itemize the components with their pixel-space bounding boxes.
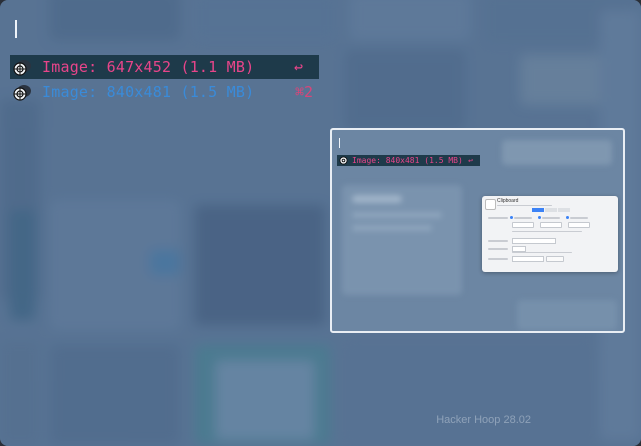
image-icon <box>337 156 349 165</box>
dialog-tabs <box>532 208 571 212</box>
return-key-hint: ↩ <box>293 58 303 76</box>
image-icon <box>10 80 34 104</box>
clipboard-app-icon <box>485 199 496 210</box>
clipboard-history-window: Image: 647x452 (1.1 MB) ↩ Image: 840x481… <box>0 0 641 446</box>
return-key-hint: ↩ <box>468 156 473 165</box>
dialog-title: Clipboard <box>497 198 519 204</box>
image-preview: Image: 840x481 (1.5 MB) ↩ Clipboard <box>330 128 625 333</box>
preview-result-label: Image: 840x481 (1.5 MB) <box>352 156 463 165</box>
result-item-2[interactable]: Image: 840x481 (1.5 MB) ⌘2 <box>10 80 319 104</box>
result-item-1[interactable]: Image: 647x452 (1.1 MB) ↩ <box>10 55 319 79</box>
result-label: Image: 647x452 (1.1 MB) <box>42 58 255 76</box>
result-label: Image: 840x481 (1.5 MB) <box>42 83 255 101</box>
search-input[interactable] <box>15 20 17 38</box>
preview-caret <box>339 138 340 148</box>
preview-result-item: Image: 840x481 (1.5 MB) ↩ <box>337 155 480 166</box>
clipboard-settings-dialog: Clipboard <box>482 196 618 272</box>
shortcut-hint: ⌘2 <box>294 83 313 101</box>
image-icon <box>10 55 34 79</box>
footer-text: Hacker Hoop 28.02 <box>436 414 531 426</box>
